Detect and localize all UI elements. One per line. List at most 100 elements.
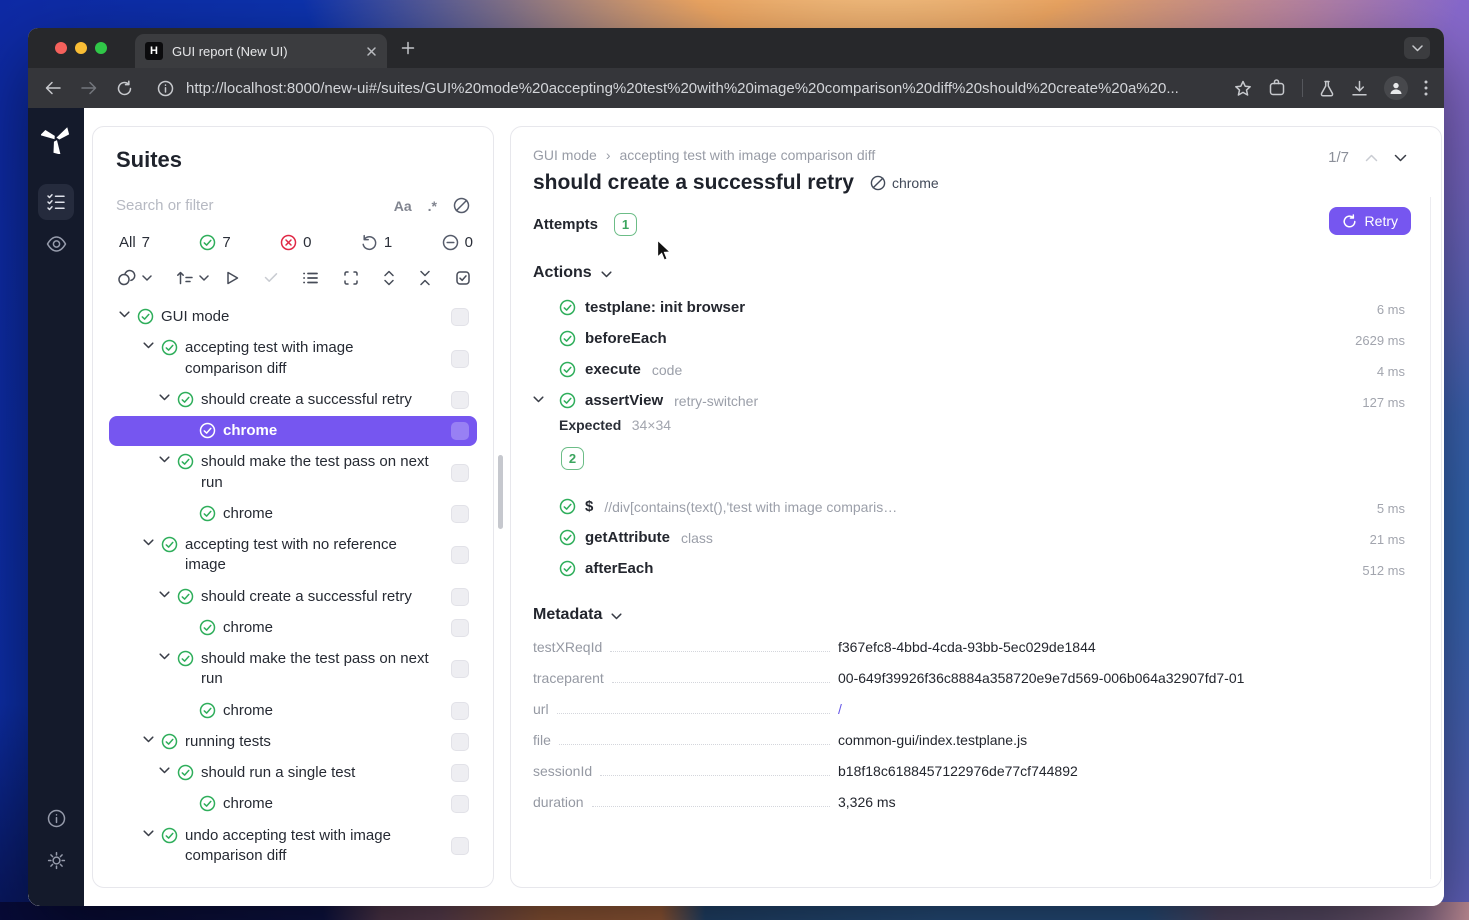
download-icon[interactable] bbox=[1351, 80, 1368, 97]
back-icon[interactable] bbox=[44, 80, 62, 96]
chevron-down-icon[interactable] bbox=[143, 736, 154, 743]
filter-all[interactable]: All7 bbox=[119, 234, 150, 251]
extensions-icon[interactable] bbox=[1268, 79, 1286, 97]
chevron-down-icon[interactable] bbox=[143, 342, 154, 349]
tree-row-checkbox[interactable] bbox=[451, 350, 469, 368]
main-scrollbar-track[interactable] bbox=[1430, 197, 1431, 879]
chevron-down-icon[interactable] bbox=[143, 830, 154, 837]
tree-row-checkbox[interactable] bbox=[451, 505, 469, 523]
chevron-down-icon[interactable] bbox=[533, 396, 544, 403]
forward-icon[interactable] bbox=[80, 80, 98, 96]
filter-passed[interactable]: 7 bbox=[199, 234, 230, 251]
action-row[interactable]: afterEach 512 ms bbox=[533, 553, 1405, 584]
gear-icon[interactable] bbox=[38, 842, 74, 878]
chevron-up-icon[interactable] bbox=[1365, 154, 1378, 162]
tree-row[interactable]: chrome bbox=[109, 613, 477, 643]
tree-row[interactable]: should make the test pass on next run bbox=[109, 447, 477, 498]
actions-header[interactable]: Actions bbox=[533, 264, 1405, 282]
tree-row-checkbox[interactable] bbox=[451, 764, 469, 782]
focus-frame-icon[interactable] bbox=[343, 270, 359, 286]
site-info-icon[interactable] bbox=[157, 80, 174, 97]
chevron-down-icon[interactable] bbox=[199, 275, 209, 281]
tree-row-checkbox[interactable] bbox=[451, 546, 469, 564]
testplane-logo[interactable] bbox=[41, 124, 71, 154]
tree-row[interactable]: chrome bbox=[109, 696, 477, 726]
action-row[interactable]: getAttribute class 21 ms bbox=[533, 522, 1405, 553]
tree-row[interactable]: chrome bbox=[109, 416, 477, 446]
collapse-all-icon[interactable] bbox=[419, 270, 431, 286]
url-text[interactable]: http://localhost:8000/new-ui#/suites/GUI… bbox=[186, 80, 1179, 97]
browsers-filter-icon[interactable] bbox=[117, 269, 137, 286]
metadata-header[interactable]: Metadata bbox=[533, 606, 1405, 624]
tree-row-checkbox[interactable] bbox=[451, 588, 469, 606]
list-view-icon[interactable] bbox=[302, 271, 319, 285]
tree-row[interactable]: should make the test pass on next run bbox=[109, 644, 477, 695]
tree-row[interactable]: should create a successful retry bbox=[109, 582, 477, 612]
chevron-down-icon[interactable] bbox=[159, 767, 170, 774]
accept-check-icon[interactable] bbox=[264, 272, 278, 283]
tree-row[interactable]: chrome bbox=[109, 789, 477, 819]
bookmark-star-icon[interactable] bbox=[1234, 80, 1252, 97]
chevron-down-icon[interactable] bbox=[1394, 154, 1407, 162]
info-icon[interactable] bbox=[38, 800, 74, 836]
menu-kebab-icon[interactable] bbox=[1424, 80, 1428, 96]
chevron-down-icon[interactable] bbox=[159, 394, 170, 401]
browsers-globe-icon[interactable] bbox=[453, 197, 470, 214]
suites-scrollbar[interactable] bbox=[498, 455, 503, 529]
minimize-window-button[interactable] bbox=[75, 42, 87, 54]
breadcrumb-root[interactable]: GUI mode bbox=[533, 147, 597, 163]
profile-avatar[interactable] bbox=[1384, 76, 1408, 100]
sort-icon[interactable] bbox=[176, 270, 194, 286]
action-row[interactable]: assertView retry-switcher 127 ms Expecte… bbox=[533, 385, 1405, 491]
retry-button[interactable]: Retry bbox=[1329, 207, 1411, 235]
chevron-down-icon[interactable] bbox=[143, 539, 154, 546]
tab-close-icon[interactable] bbox=[366, 46, 377, 57]
new-tab-button[interactable] bbox=[401, 41, 415, 55]
labs-flask-icon[interactable] bbox=[1319, 80, 1335, 97]
tree-row-checkbox[interactable] bbox=[451, 702, 469, 720]
url-bar[interactable]: http://localhost:8000/new-ui#/suites/GUI… bbox=[157, 80, 1216, 97]
tree-row[interactable]: undo accepting test with image compariso… bbox=[109, 821, 477, 872]
tree-row[interactable]: should run a single test bbox=[109, 758, 477, 788]
breadcrumb-suite[interactable]: accepting test with image comparison dif… bbox=[619, 147, 875, 163]
action-row[interactable]: execute code 4 ms bbox=[533, 354, 1405, 385]
tab-search-button[interactable] bbox=[1404, 37, 1430, 59]
tree-row-checkbox[interactable] bbox=[451, 733, 469, 751]
select-all-icon[interactable] bbox=[455, 270, 471, 286]
tree-row[interactable]: accepting test with image comparison dif… bbox=[109, 333, 477, 384]
filter-failed[interactable]: 0 bbox=[280, 234, 311, 251]
chevron-down-icon[interactable] bbox=[159, 456, 170, 463]
chevron-down-icon[interactable] bbox=[142, 275, 152, 281]
action-row[interactable]: testplane: init browser 6 ms bbox=[533, 292, 1405, 323]
regex-toggle[interactable]: .* bbox=[428, 198, 437, 214]
filter-retried[interactable]: 1 bbox=[361, 234, 392, 251]
close-window-button[interactable] bbox=[55, 42, 67, 54]
attempt-badge[interactable]: 1 bbox=[614, 213, 637, 236]
chevron-down-icon[interactable] bbox=[159, 653, 170, 660]
tree-row-checkbox[interactable] bbox=[451, 795, 469, 813]
expand-all-icon[interactable] bbox=[383, 270, 395, 286]
tree-row-checkbox[interactable] bbox=[451, 422, 469, 440]
tree-row[interactable]: should create a successful retry bbox=[109, 385, 477, 415]
tree-row[interactable]: running tests bbox=[109, 727, 477, 757]
screenshot-attempt-badge[interactable]: 2 bbox=[561, 447, 584, 470]
tree-row-checkbox[interactable] bbox=[451, 308, 469, 326]
tree-row-checkbox[interactable] bbox=[451, 619, 469, 637]
case-sensitive-toggle[interactable]: Aa bbox=[394, 198, 412, 214]
filter-skipped[interactable]: 0 bbox=[442, 234, 473, 251]
sidebar-item-suites[interactable] bbox=[38, 184, 74, 220]
run-play-icon[interactable] bbox=[225, 270, 240, 286]
tree-row-checkbox[interactable] bbox=[451, 837, 469, 855]
action-row[interactable]: beforeEach 2629 ms bbox=[533, 323, 1405, 354]
action-row[interactable]: $ //div[contains(text(),'test with image… bbox=[533, 491, 1405, 522]
tree-row[interactable]: accepting test with no reference image bbox=[109, 530, 477, 581]
sidebar-item-visual-checks[interactable] bbox=[38, 226, 74, 262]
tree-row-checkbox[interactable] bbox=[451, 391, 469, 409]
chevron-down-icon[interactable] bbox=[119, 311, 130, 318]
zoom-window-button[interactable] bbox=[95, 42, 107, 54]
tree-row[interactable]: GUI mode bbox=[109, 302, 477, 332]
tree-row-checkbox[interactable] bbox=[451, 660, 469, 678]
reload-icon[interactable] bbox=[116, 80, 133, 97]
tree-row[interactable]: chrome bbox=[109, 499, 477, 529]
search-input[interactable]: Search or filter bbox=[116, 197, 384, 214]
